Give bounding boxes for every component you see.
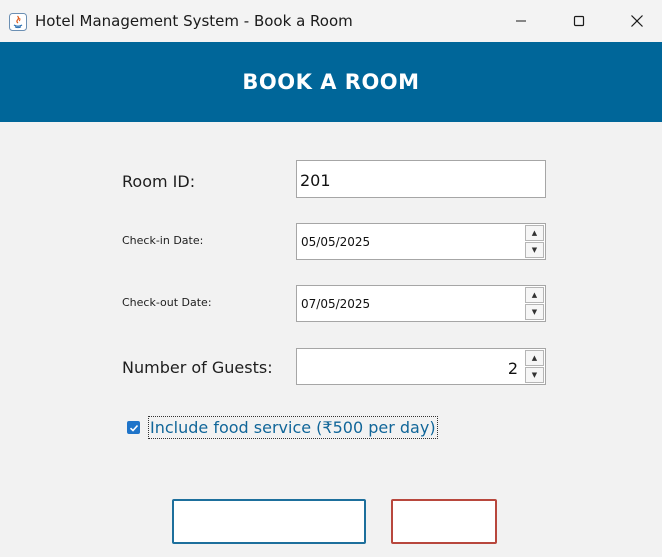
room-id-label: Room ID: — [122, 172, 196, 191]
java-icon — [9, 13, 27, 31]
arrow-up-icon: ▲ — [531, 290, 538, 299]
confirm-booking-button[interactable]: Confirm Booking — [172, 499, 366, 544]
arrow-up-icon: ▲ — [531, 353, 538, 362]
guests-decrement-button[interactable]: ▼ — [525, 367, 544, 383]
food-service-label[interactable]: Include food service (₹500 per day) — [150, 418, 436, 437]
room-id-field[interactable] — [296, 160, 546, 198]
check-in-input[interactable] — [301, 234, 501, 250]
guests-increment-button[interactable]: ▲ — [525, 350, 544, 366]
maximize-button[interactable] — [550, 0, 608, 42]
check-out-spinner[interactable]: ▲ ▼ — [296, 285, 546, 322]
check-out-input[interactable] — [301, 296, 501, 312]
cancel-button[interactable]: Cancel — [391, 499, 497, 544]
guests-input[interactable] — [301, 358, 518, 378]
close-icon — [631, 15, 643, 27]
window-title: Hotel Management System - Book a Room — [35, 12, 353, 30]
guests-spinner-buttons: ▲ ▼ — [525, 350, 544, 383]
arrow-down-icon: ▼ — [531, 245, 538, 254]
close-button[interactable] — [608, 0, 662, 42]
cancel-label: Cancel — [420, 513, 468, 530]
check-out-label: Check-out Date: — [122, 296, 212, 309]
title-bar: Hotel Management System - Book a Room — [0, 0, 662, 42]
guests-label: Number of Guests: — [122, 358, 273, 377]
minimize-button[interactable] — [492, 0, 550, 42]
minimize-icon — [516, 20, 526, 22]
check-in-spinner-buttons: ▲ ▼ — [525, 225, 544, 258]
page-title: BOOK A ROOM — [242, 70, 420, 94]
guests-spinner[interactable]: ▲ ▼ — [296, 348, 546, 385]
room-id-input[interactable] — [300, 170, 540, 190]
food-service-checkbox[interactable] — [127, 421, 140, 434]
header-banner: BOOK A ROOM — [0, 42, 662, 122]
check-in-increment-button[interactable]: ▲ — [525, 225, 544, 241]
check-in-decrement-button[interactable]: ▼ — [525, 242, 544, 258]
arrow-down-icon: ▼ — [531, 370, 538, 379]
check-in-label: Check-in Date: — [122, 234, 204, 247]
check-out-decrement-button[interactable]: ▼ — [525, 304, 544, 320]
checkmark-icon — [129, 424, 138, 432]
check-out-spinner-buttons: ▲ ▼ — [525, 287, 544, 320]
check-in-spinner[interactable]: ▲ ▼ — [296, 223, 546, 260]
booking-window: Hotel Management System - Book a Room BO… — [0, 0, 662, 557]
food-service-label-focus[interactable]: Include food service (₹500 per day) — [148, 416, 438, 439]
maximize-icon — [573, 15, 585, 27]
arrow-up-icon: ▲ — [531, 228, 538, 237]
arrow-down-icon: ▼ — [531, 307, 538, 316]
confirm-booking-label: Confirm Booking — [210, 513, 328, 530]
check-out-increment-button[interactable]: ▲ — [525, 287, 544, 303]
